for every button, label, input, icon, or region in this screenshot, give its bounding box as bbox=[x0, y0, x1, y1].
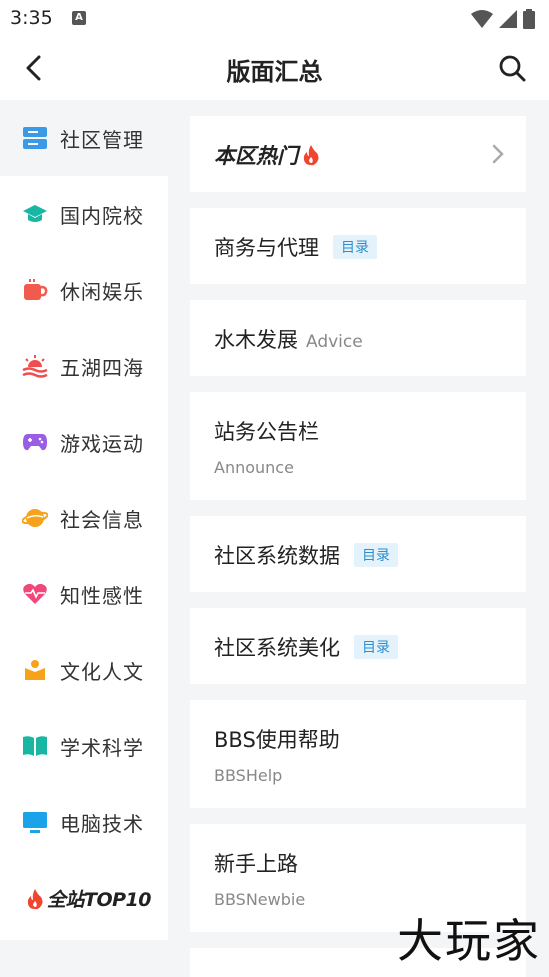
open-book-icon bbox=[22, 733, 48, 759]
hot-boards-title: 本区热门 bbox=[214, 140, 320, 170]
board-card[interactable]: 站务公告栏 Announce bbox=[190, 392, 526, 500]
search-button[interactable] bbox=[495, 51, 529, 85]
board-subtitle: Announce bbox=[214, 458, 294, 477]
signal-icon bbox=[499, 10, 517, 28]
sidebar-item-label: 国内院校 bbox=[60, 203, 144, 228]
top10-label: 全站TOP10 bbox=[47, 889, 151, 911]
planet-icon bbox=[22, 505, 48, 531]
sidebar-item-label: 学术科学 bbox=[60, 735, 144, 760]
sidebar-item-culture[interactable]: 文化人文 bbox=[0, 632, 168, 708]
catalog-tag: 目录 bbox=[333, 235, 377, 259]
sidebar-item-label: 文化人文 bbox=[60, 659, 144, 684]
board-title: 社区系统美化 bbox=[214, 636, 340, 660]
sidebar-item-label: 社区管理 bbox=[60, 127, 144, 152]
status-bar: 3:35 A bbox=[0, 0, 549, 36]
sidebar-item-games-sports[interactable]: 游戏运动 bbox=[0, 404, 168, 480]
catalog-tag: 目录 bbox=[354, 635, 398, 659]
sidebar-item-leisure[interactable]: 休闲娱乐 bbox=[0, 252, 168, 328]
sidebar-item-regions[interactable]: 五湖四海 bbox=[0, 328, 168, 404]
board-subtitle: BBSNewbie bbox=[214, 890, 306, 909]
wifi-icon bbox=[471, 10, 493, 28]
board-title-line: 商务与代理 目录 bbox=[214, 232, 377, 262]
battery-icon bbox=[523, 9, 535, 29]
sidebar-item-society[interactable]: 社会信息 bbox=[0, 480, 168, 556]
sidebar-item-label: 休闲娱乐 bbox=[60, 279, 144, 304]
chevron-right-icon bbox=[492, 144, 504, 164]
board-subtitle: Advice bbox=[306, 332, 363, 352]
page-title: 版面汇总 bbox=[226, 58, 323, 86]
board-title: 社区系统数据 bbox=[214, 544, 340, 568]
sidebar-item-label: 知性感性 bbox=[60, 583, 144, 608]
sidebar-item-label: 社会信息 bbox=[60, 507, 144, 532]
sidebar-item-label: 电脑技术 bbox=[60, 811, 144, 836]
sidebar-item-community-admin[interactable]: 社区管理 bbox=[0, 100, 168, 176]
sidebar-item-label: 五湖四海 bbox=[60, 355, 144, 380]
fire-icon bbox=[303, 145, 319, 166]
person-box-icon bbox=[22, 657, 48, 683]
board-card[interactable]: 水木发展 Advice bbox=[190, 300, 526, 376]
sidebar-item-emotion[interactable]: 知性感性 bbox=[0, 556, 168, 632]
search-icon bbox=[499, 55, 526, 82]
board-card[interactable]: 商务与代理 目录 bbox=[190, 208, 526, 284]
fire-icon bbox=[27, 888, 43, 909]
sidebar-item-academic[interactable]: 学术科学 bbox=[0, 708, 168, 784]
category-sidebar: 社区管理 国内院校 休闲娱乐 五湖四海 游戏运动 社会信息 知性感性 文化人文 … bbox=[0, 100, 168, 940]
board-title: 站务公告栏 bbox=[214, 420, 319, 444]
content-area: 社区管理 国内院校 休闲娱乐 五湖四海 游戏运动 社会信息 知性感性 文化人文 … bbox=[0, 100, 549, 977]
server-icon bbox=[22, 125, 48, 151]
gamepad-icon bbox=[22, 429, 48, 455]
board-card[interactable]: BBS使用帮助 BBSHelp bbox=[190, 700, 526, 808]
sidebar-item-universities[interactable]: 国内院校 bbox=[0, 176, 168, 252]
sunset-waves-icon bbox=[22, 353, 48, 379]
hot-boards-card[interactable]: 本区热门 bbox=[190, 116, 526, 192]
status-icons bbox=[471, 9, 535, 29]
board-title-line: 社区系统美化 目录 bbox=[214, 632, 398, 662]
nav-bar: 版面汇总 bbox=[0, 36, 549, 100]
notification-icon: A bbox=[72, 11, 86, 25]
graduation-cap-icon bbox=[22, 201, 48, 227]
board-subtitle: BBSHelp bbox=[214, 766, 283, 785]
status-time: 3:35 bbox=[10, 7, 53, 29]
board-title-line: 水木发展 Advice bbox=[214, 324, 363, 354]
monitor-icon bbox=[22, 809, 48, 835]
board-title: BBS使用帮助 bbox=[214, 728, 340, 752]
coffee-cup-icon bbox=[22, 277, 48, 303]
sidebar-item-computer[interactable]: 电脑技术 bbox=[0, 784, 168, 860]
catalog-tag: 目录 bbox=[354, 543, 398, 567]
heart-pulse-icon bbox=[22, 581, 48, 607]
board-card[interactable]: 社区系统数据 目录 bbox=[190, 516, 526, 592]
board-title: 水木发展 bbox=[214, 328, 298, 352]
board-title: 商务与代理 bbox=[214, 236, 319, 260]
watermark: 大玩家 bbox=[397, 914, 541, 968]
hot-boards-label: 本区热门 bbox=[214, 144, 298, 168]
sidebar-item-label: 游戏运动 bbox=[60, 431, 144, 456]
board-card[interactable]: 社区系统美化 目录 bbox=[190, 608, 526, 684]
top10-link[interactable]: 全站TOP10 bbox=[26, 885, 151, 912]
board-title: 新手上路 bbox=[214, 852, 298, 876]
board-title-line: 社区系统数据 目录 bbox=[214, 540, 398, 570]
